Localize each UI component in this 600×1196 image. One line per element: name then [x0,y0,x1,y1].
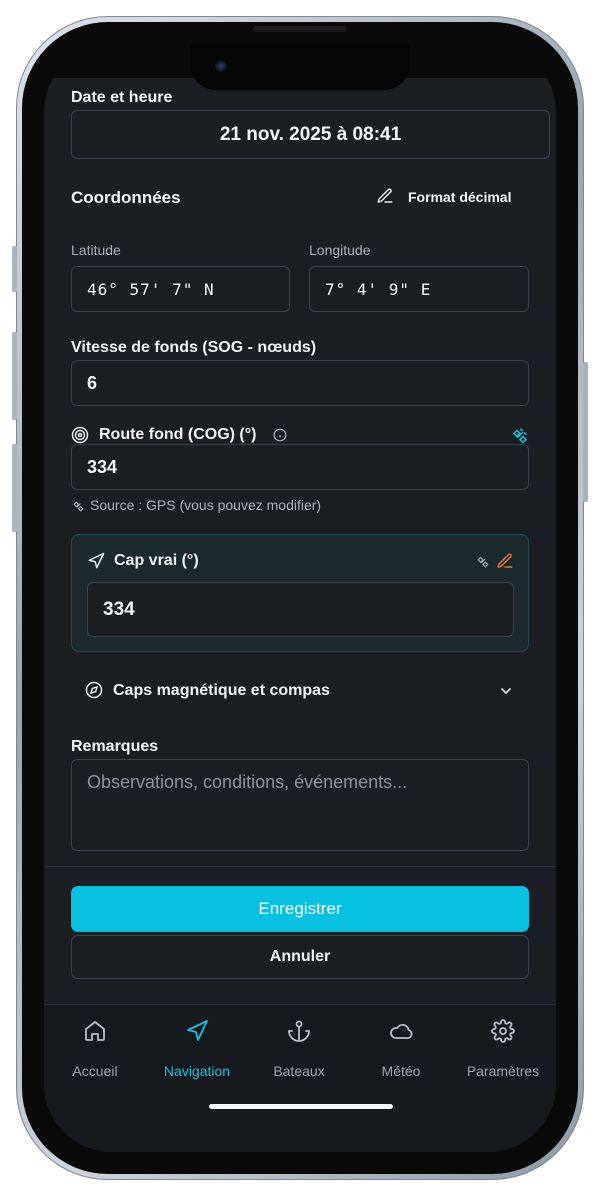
tab-meteo[interactable]: Météo [350,1005,452,1085]
satellite-small-icon [73,501,84,512]
sog-field[interactable]: 6 [71,360,529,406]
true-heading-field[interactable]: 334 [87,582,514,637]
format-decimal-button[interactable]: Format décimal [374,184,524,210]
navigation-arrow-icon [88,552,105,569]
cog-value: 334 [87,456,118,477]
compass-icon [85,681,103,699]
format-decimal-label: Format décimal [408,189,512,205]
remarks-textarea[interactable]: Observations, conditions, événements... [71,759,529,851]
sog-label: Vitesse de fonds (SOG - nœuds) [71,339,317,356]
longitude-label: Longitude [309,242,371,258]
speaker-grille [253,26,347,32]
navigation-icon [187,1020,208,1041]
remarks-label: Remarques [71,738,159,755]
date-time-value: 21 nov. 2025 à 08:41 [219,123,402,145]
target-icon [71,426,89,444]
date-label: Date et heure [71,89,173,106]
chevron-down-icon [501,688,511,694]
tab-label-parametres: Paramètres [466,1063,540,1079]
side-button-volume-down [12,444,17,532]
satellite-icon[interactable] [511,426,529,444]
form-divider [44,866,556,867]
latitude-value: 46° 57' 7" N [87,279,215,299]
cog-source-text: Source : GPS (vous pouvez modifier) [90,497,322,513]
save-button[interactable]: Enregistrer [71,886,529,932]
home-indicator[interactable] [209,1104,393,1109]
magnetic-compass-toggle[interactable]: Caps magnétique et compas [71,674,529,708]
tab-accueil[interactable]: Accueil [44,1005,146,1085]
tab-bar: Accueil Navigation Bateaux Météo Paramèt… [44,1004,556,1152]
latitude-label: Latitude [71,242,121,258]
longitude-field[interactable]: 7° 4' 9" E [309,266,529,312]
tab-parametres[interactable]: Paramètres [452,1005,554,1085]
cog-field[interactable]: 334 [71,444,529,490]
anchor-icon [288,1020,310,1042]
tab-label-navigation: Navigation [163,1063,231,1079]
true-heading-value: 334 [103,598,135,620]
tab-navigation[interactable]: Navigation [146,1005,248,1085]
app-screen: Date et heure 21 nov. 2025 à 08:41 Coord… [44,44,556,1152]
cloud-icon [390,1024,413,1039]
date-time-field[interactable]: 21 nov. 2025 à 08:41 [71,110,550,159]
tab-bateaux[interactable]: Bateaux [248,1005,350,1085]
cancel-button[interactable]: Annuler [71,935,529,979]
tab-label-bateaux: Bateaux [273,1063,325,1079]
side-button-volume-up [12,332,17,420]
magnetic-compass-label: Caps magnétique et compas [113,682,330,699]
latitude-field[interactable]: 46° 57' 7" N [71,266,290,312]
notch [190,44,410,90]
coordinates-label: Coordonnées [71,188,181,207]
sog-value: 6 [87,372,98,393]
info-icon[interactable] [273,428,287,442]
edit-icon [377,188,393,203]
settings-icon [491,1019,515,1043]
edit-pencil-icon[interactable] [496,552,514,570]
front-camera [215,60,227,72]
true-heading-card: Cap vrai (°) 334 [71,534,529,652]
remarks-placeholder: Observations, conditions, événements... [87,772,408,792]
side-button-silent [12,246,17,292]
cog-label: Route fond (COG) (°) [99,426,257,443]
satellite-off-icon[interactable] [476,554,490,568]
tab-label-meteo: Météo [381,1063,421,1079]
home-icon [85,1021,105,1041]
longitude-value: 7° 4' 9" E [325,279,432,299]
tab-label-accueil: Accueil [72,1063,118,1079]
true-heading-label: Cap vrai (°) [114,552,199,569]
side-button-power [583,362,588,502]
